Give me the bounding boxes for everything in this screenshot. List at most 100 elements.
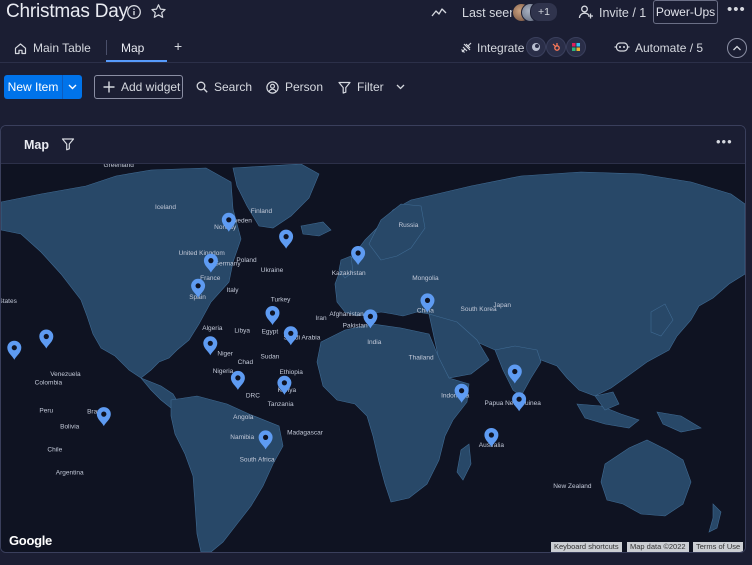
activity-icon[interactable] xyxy=(431,5,447,19)
map-pin-center xyxy=(208,258,214,264)
add-widget-label: Add widget xyxy=(121,80,181,94)
person-filter-button[interactable]: Person xyxy=(266,80,323,94)
integrate-icon[interactable] xyxy=(459,40,474,55)
integrate-button[interactable]: Integrate xyxy=(477,41,524,55)
slack-icon[interactable] xyxy=(566,37,586,57)
map-pin-center xyxy=(288,330,294,336)
hubspot-icon[interactable] xyxy=(546,37,566,57)
map-label: United Kingdom xyxy=(179,250,225,257)
map-pin-marker[interactable] xyxy=(283,326,298,346)
australia-landmass xyxy=(600,439,692,517)
map-label: Madagascar xyxy=(287,429,324,436)
map-pin-marker[interactable] xyxy=(512,392,527,412)
map-pin-center xyxy=(355,250,361,256)
search-label: Search xyxy=(214,80,253,94)
map-label: Namibia xyxy=(230,434,254,441)
info-icon[interactable] xyxy=(126,4,142,20)
board-title[interactable]: Christmas Day xyxy=(6,1,128,23)
iceland-landmass xyxy=(300,221,332,237)
map-pin-center xyxy=(459,388,465,394)
search-icon xyxy=(196,81,208,93)
widget-filter-icon[interactable] xyxy=(61,137,75,151)
map-pin-center xyxy=(516,396,522,402)
new-item-label[interactable]: New Item xyxy=(4,75,63,99)
land-masses xyxy=(1,164,745,552)
avatar-extra-count[interactable]: +1 xyxy=(530,2,558,22)
map-label: New Zealand xyxy=(553,483,592,490)
map-label: Turkey xyxy=(271,297,291,304)
map-pin-marker[interactable] xyxy=(279,229,294,249)
map-label: Italy xyxy=(227,287,240,294)
new-item-dropdown[interactable] xyxy=(63,75,82,99)
map-pin-center xyxy=(226,217,232,223)
map-label: Colombia xyxy=(35,380,63,387)
tab-main-table[interactable]: Main Table xyxy=(14,40,91,56)
powerups-button[interactable]: Power-Ups xyxy=(653,0,718,24)
header-divider xyxy=(0,62,752,63)
automate-button[interactable]: Automate / 5 xyxy=(635,41,703,55)
map-pin-center xyxy=(281,380,287,386)
tab-map[interactable]: Map xyxy=(121,41,144,55)
person-label: Person xyxy=(285,80,324,94)
map-pin-marker[interactable] xyxy=(230,370,245,390)
map-pin-marker[interactable] xyxy=(96,407,111,427)
keyboard-shortcuts-link[interactable]: Keyboard shortcuts xyxy=(551,542,622,552)
map-label: Venezuela xyxy=(50,371,81,378)
map-label: Russia xyxy=(398,222,418,229)
map-pin-center xyxy=(512,368,518,375)
map-label: France xyxy=(200,275,221,282)
last-seen-label[interactable]: Last seen xyxy=(462,6,516,20)
star-icon[interactable] xyxy=(150,3,167,20)
map-label: South Korea xyxy=(461,306,498,313)
new-item-button[interactable]: New Item xyxy=(4,75,82,99)
map-label: Ethiopia xyxy=(279,369,303,376)
map-data-attribution: Map data ©2022 xyxy=(627,542,689,552)
add-widget-button[interactable]: Add widget xyxy=(94,75,183,99)
widget-more-options-button[interactable]: ••• xyxy=(716,134,733,149)
new-guinea-landmass xyxy=(656,411,702,433)
map-pin-marker[interactable] xyxy=(203,336,218,356)
map-label: Angola xyxy=(233,414,254,421)
invite-person-icon[interactable] xyxy=(578,4,594,20)
collapse-header-button[interactable] xyxy=(727,38,747,58)
world-map-canvas[interactable]: GreenlandIcelandFinlandSwedenNorway Russi… xyxy=(1,164,745,552)
map-pin-marker[interactable] xyxy=(265,306,280,325)
map-pin-center xyxy=(424,297,431,303)
map-widget-title: Map xyxy=(24,138,49,152)
map-label: Germany xyxy=(214,260,241,267)
map-label: Tanzania xyxy=(268,401,294,408)
map-pin-center xyxy=(367,313,373,319)
map-pin-center xyxy=(269,310,276,316)
map-label: Bolivia xyxy=(60,424,80,431)
madagascar-landmass xyxy=(456,443,472,481)
map-pin-center xyxy=(283,234,289,240)
new-zealand-landmass xyxy=(708,503,722,533)
map-pin-marker[interactable] xyxy=(39,329,54,349)
map-pin-marker[interactable] xyxy=(7,340,22,360)
map-label: Afghanistan xyxy=(329,311,364,318)
chevron-down-icon[interactable] xyxy=(396,84,405,90)
automate-robot-icon[interactable] xyxy=(614,40,630,54)
map-pin-center xyxy=(207,340,213,346)
filter-button[interactable]: Filter xyxy=(338,80,405,94)
add-view-button[interactable]: + xyxy=(174,38,182,54)
integration-app-icon[interactable] xyxy=(526,37,546,57)
map-label: Peru xyxy=(39,407,53,414)
map-pin-center xyxy=(101,411,107,417)
google-logo: Google xyxy=(9,533,52,548)
map-label: Algeria xyxy=(202,325,223,332)
map-label: Sudan xyxy=(261,354,280,361)
map-pin-center xyxy=(43,333,49,340)
filter-label: Filter xyxy=(357,80,384,94)
search-button[interactable]: Search xyxy=(196,80,252,94)
map-label: United States xyxy=(1,298,18,305)
south-america-landmass xyxy=(170,395,284,552)
map-label: Egypt xyxy=(262,328,279,335)
invite-button[interactable]: Invite / 1 xyxy=(599,6,646,20)
map-label: Iceland xyxy=(155,204,176,211)
more-options-button[interactable]: ••• xyxy=(727,1,746,18)
map-label: Argentina xyxy=(56,469,84,476)
world-map[interactable]: Greenland Iceland Finland Sweden Norway Russi… xyxy=(1,164,745,552)
terms-of-use-link[interactable]: Terms of Use xyxy=(693,542,744,552)
map-label: Greenland xyxy=(104,164,135,169)
